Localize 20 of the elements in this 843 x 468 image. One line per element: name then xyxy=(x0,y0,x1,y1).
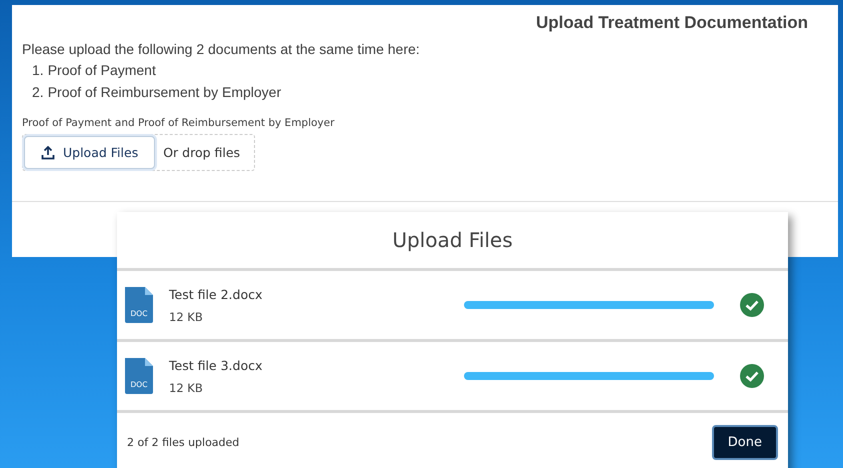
file-name: Test file 2.docx xyxy=(169,286,264,302)
document-icon xyxy=(125,287,153,323)
dialog-title: Upload Files xyxy=(117,212,788,271)
field-label: Proof of Payment and Proof of Reimbursement by Employer xyxy=(22,117,336,129)
file-size: 12 KB xyxy=(169,310,204,324)
file-size: 12 KB xyxy=(169,380,204,394)
document-name: Proof of Reimbursement by Employer xyxy=(48,84,282,100)
document-icon xyxy=(125,358,153,394)
upload-status: 2 of 2 files uploaded xyxy=(127,436,240,449)
file-name: Test file 3.docx xyxy=(169,358,264,372)
list-number: 1. xyxy=(32,62,44,78)
instructions-text: Please upload the following 2 documents at the same time here: xyxy=(22,41,421,57)
drop-hint: Or drop files xyxy=(163,145,240,160)
list-number: 2. xyxy=(32,84,44,100)
upload-button[interactable]: Upload Files xyxy=(24,136,156,169)
done-button[interactable]: Done xyxy=(712,425,778,460)
drop-zone[interactable]: Upload Files Or drop files xyxy=(22,134,256,171)
upload-icon xyxy=(41,146,55,160)
panel-title: Upload Treatment Documentation xyxy=(534,13,809,33)
document-name: Proof of Payment xyxy=(48,62,156,78)
